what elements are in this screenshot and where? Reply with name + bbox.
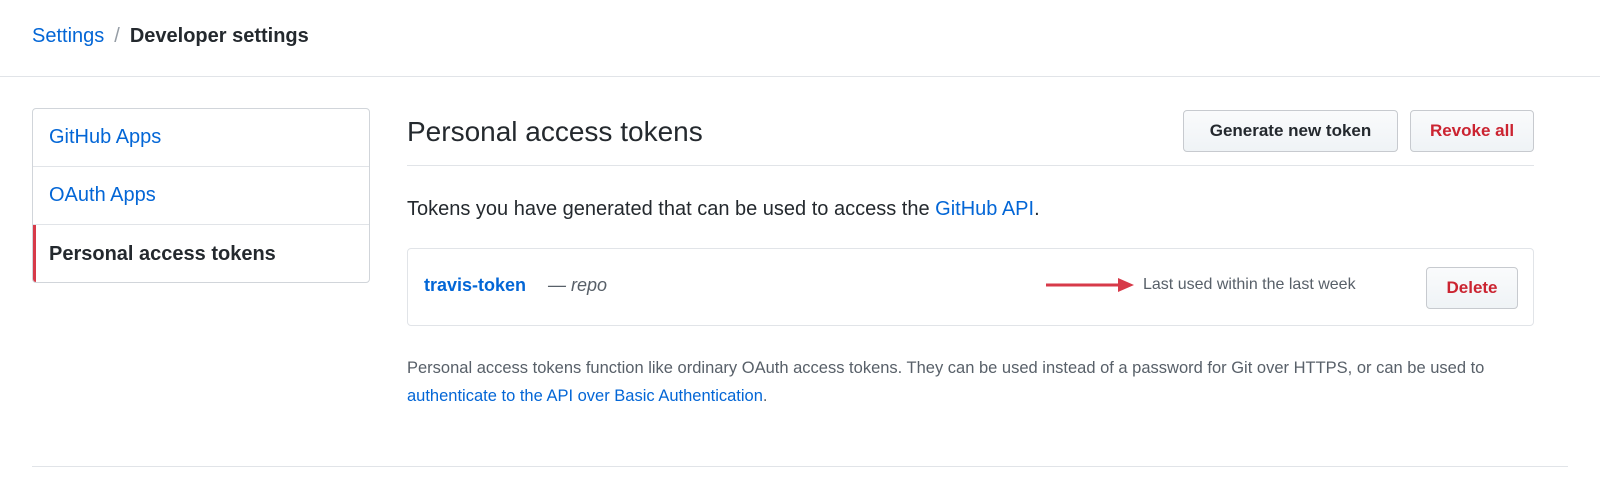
- breadcrumb-separator: /: [114, 25, 120, 47]
- basic-auth-link[interactable]: authenticate to the API over Basic Authe…: [407, 387, 763, 405]
- token-scope: — repo: [548, 275, 608, 295]
- token-last-used: Last used within the last week: [1143, 276, 1356, 293]
- revoke-all-button[interactable]: Revoke all: [1410, 110, 1534, 152]
- sidebar-item-label: GitHub Apps: [49, 126, 162, 148]
- page-header: Personal access tokens Generate new toke…: [407, 108, 1534, 166]
- sidebar-item-oauth-apps[interactable]: OAuth Apps: [33, 167, 369, 225]
- token-name-link[interactable]: travis-token: [424, 275, 526, 296]
- sidebar-item-personal-access-tokens[interactable]: Personal access tokens: [33, 225, 369, 282]
- breadcrumb: Settings / Developer settings: [32, 22, 309, 50]
- delete-token-button[interactable]: Delete: [1426, 267, 1518, 309]
- footnote-body: Personal access tokens function like ord…: [407, 359, 1485, 377]
- intro-text: Tokens you have generated that can be us…: [407, 198, 1040, 221]
- header-divider: [0, 76, 1600, 77]
- footer-divider: [32, 466, 1568, 467]
- sidebar-item-label: OAuth Apps: [49, 184, 156, 206]
- footnote-suffix: .: [762, 387, 768, 405]
- sidebar-menu: GitHub Apps OAuth Apps Personal access t…: [32, 108, 370, 283]
- intro-prefix: Tokens you have generated that can be us…: [407, 198, 936, 220]
- generate-new-token-button[interactable]: Generate new token: [1183, 110, 1398, 152]
- breadcrumb-current: Developer settings: [129, 25, 309, 47]
- intro-suffix: .: [1034, 198, 1040, 220]
- sidebar-item-label: Personal access tokens: [49, 242, 276, 265]
- sidebar-item-github-apps[interactable]: GitHub Apps: [33, 109, 369, 167]
- red-arrow-icon: [1046, 278, 1134, 292]
- footnote-text: Personal access tokens function like ord…: [407, 354, 1534, 410]
- github-api-link[interactable]: GitHub API: [935, 198, 1034, 220]
- breadcrumb-settings-link[interactable]: Settings: [32, 25, 104, 47]
- token-list-item: travis-token — repo Last used within the…: [407, 248, 1534, 326]
- page-title: Personal access tokens: [407, 116, 703, 147]
